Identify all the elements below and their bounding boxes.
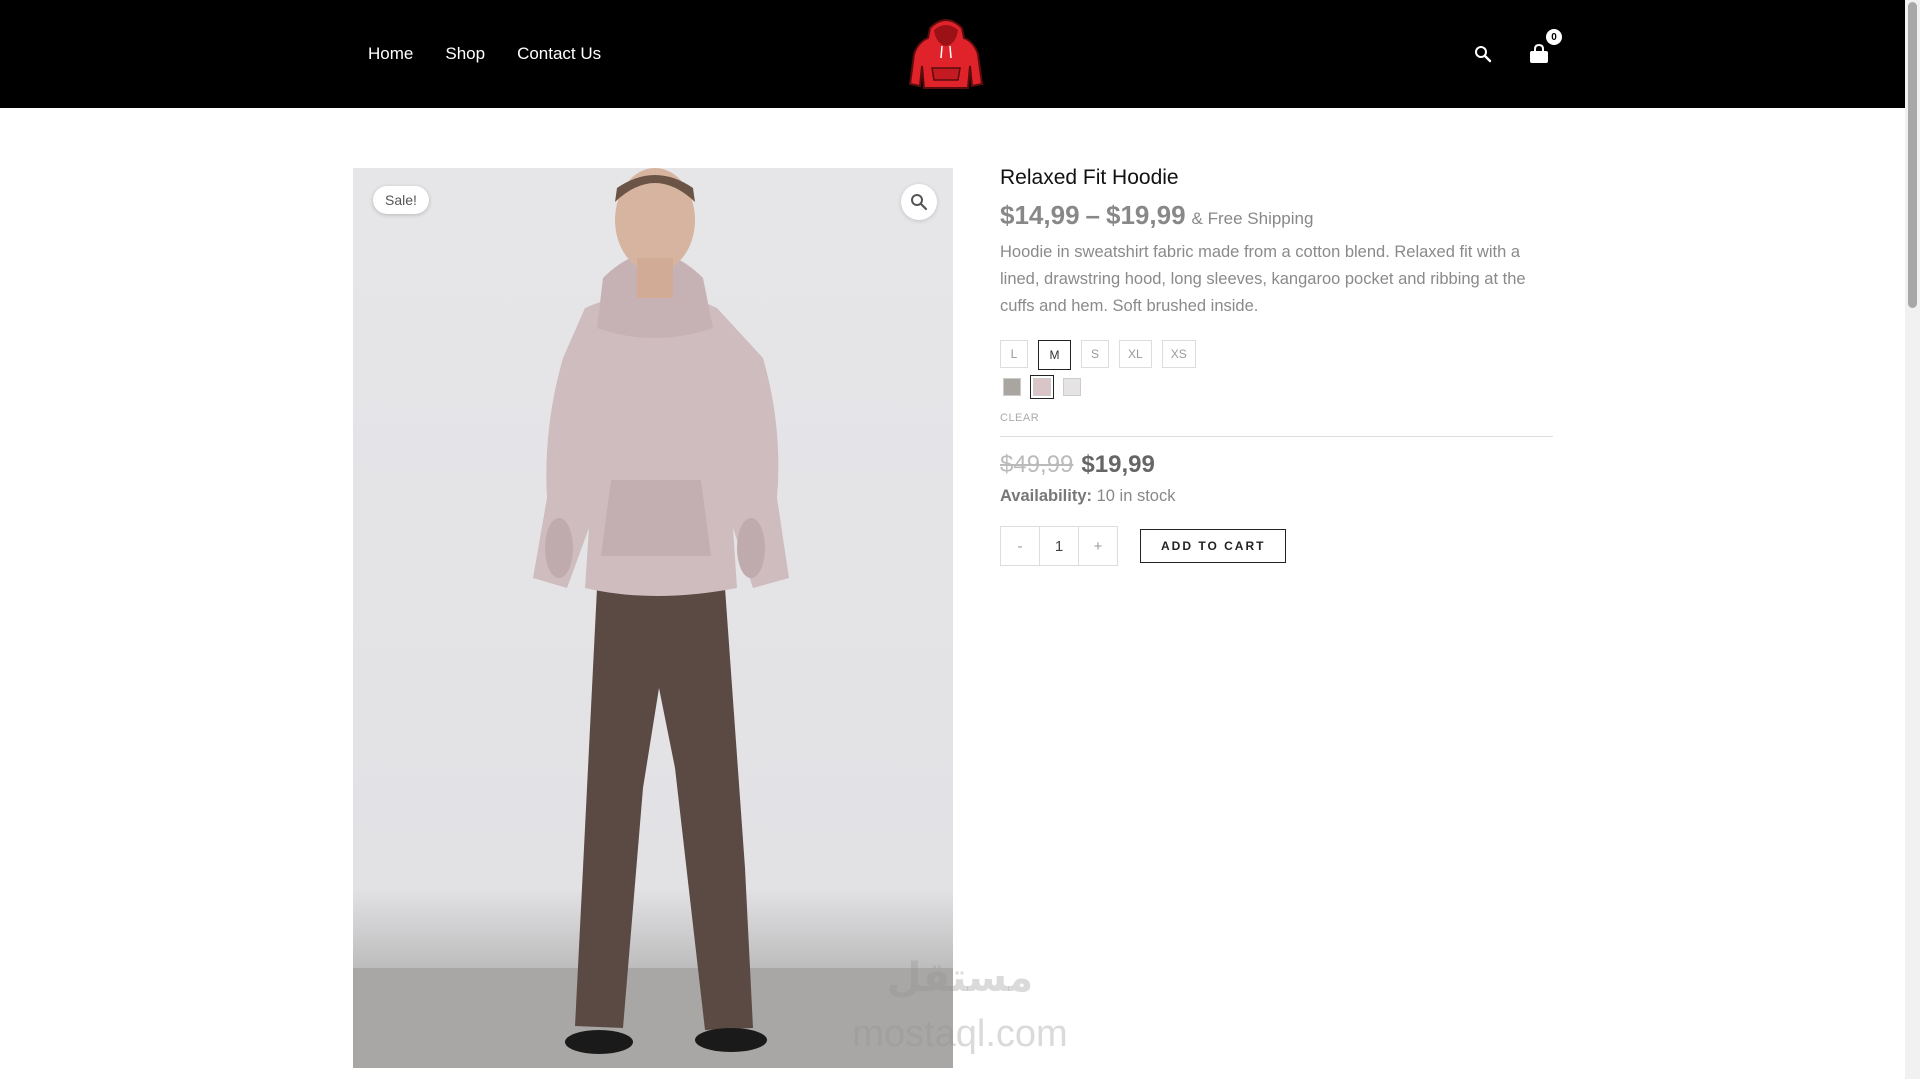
product-photo: [353, 168, 953, 1068]
quantity-input[interactable]: [1039, 527, 1079, 565]
watermark: مستقل mostaql.com: [840, 955, 1080, 1055]
add-to-cart-row: - + ADD TO CART: [1000, 526, 1554, 566]
size-option-xs[interactable]: XS: [1161, 340, 1196, 368]
product-summary: Relaxed Fit Hoodie $14,99 – $19,99 & Fre…: [1000, 166, 1554, 566]
divider: [1000, 436, 1553, 437]
price-separator: –: [1085, 200, 1100, 230]
cart-count-badge: 0: [1546, 29, 1562, 45]
watermark-arabic: مستقل: [886, 956, 1034, 1000]
nav-shop[interactable]: Shop: [445, 44, 485, 64]
size-selector: L M S XL XS: [1000, 340, 1554, 370]
red-hoodie-logo-icon[interactable]: [908, 14, 984, 94]
quantity-plus-button[interactable]: +: [1079, 527, 1117, 565]
size-option-s[interactable]: S: [1081, 340, 1109, 368]
old-price: $49,99: [1000, 451, 1074, 478]
watermark-latin: mostaql.com: [852, 1013, 1068, 1055]
zoom-icon[interactable]: [901, 184, 937, 220]
price-min: $14,99: [1000, 200, 1080, 230]
quantity-minus-button[interactable]: -: [1001, 527, 1039, 565]
add-to-cart-button[interactable]: ADD TO CART: [1140, 529, 1287, 563]
size-option-m[interactable]: M: [1038, 340, 1071, 370]
quantity-stepper: - +: [1000, 526, 1118, 566]
header-icons: 0: [1470, 0, 1562, 108]
clear-selection-link[interactable]: CLEAR: [1000, 412, 1554, 424]
color-selector: [1000, 375, 1554, 399]
availability-label: Availability:: [1000, 487, 1092, 505]
color-swatch-light-grey[interactable]: [1063, 378, 1081, 396]
main-nav: Home Shop Contact Us: [368, 0, 601, 108]
size-option-l[interactable]: L: [1000, 340, 1028, 368]
product-description: Hoodie in sweatshirt fabric made from a …: [1000, 243, 1526, 315]
shopping-bag-icon[interactable]: 0: [1526, 29, 1562, 67]
site-header: Home Shop Contact Us 0: [0, 0, 1905, 108]
sale-price: $19,99: [1081, 451, 1155, 478]
search-icon[interactable]: [1470, 41, 1496, 67]
variation-price: $49,99 $19,99: [1000, 451, 1554, 479]
page-scrollbar[interactable]: [1905, 0, 1920, 1079]
color-swatch-grey[interactable]: [1003, 378, 1021, 396]
shipping-note: & Free Shipping: [1191, 209, 1314, 228]
product-title: Relaxed Fit Hoodie: [1000, 166, 1179, 189]
availability-value: 10 in stock: [1096, 487, 1176, 505]
price-range: $14,99 – $19,99 & Free Shipping: [1000, 200, 1554, 231]
nav-home[interactable]: Home: [368, 44, 413, 64]
scrollbar-thumb[interactable]: [1908, 2, 1917, 308]
sale-badge: Sale!: [373, 186, 429, 214]
nav-contact-us[interactable]: Contact Us: [517, 44, 601, 64]
product-image[interactable]: Sale!: [353, 168, 953, 1068]
availability: Availability: 10 in stock: [1000, 487, 1554, 506]
color-swatch-pink[interactable]: [1030, 375, 1054, 399]
size-option-xl[interactable]: XL: [1119, 340, 1152, 368]
price-max: $19,99: [1106, 200, 1186, 230]
